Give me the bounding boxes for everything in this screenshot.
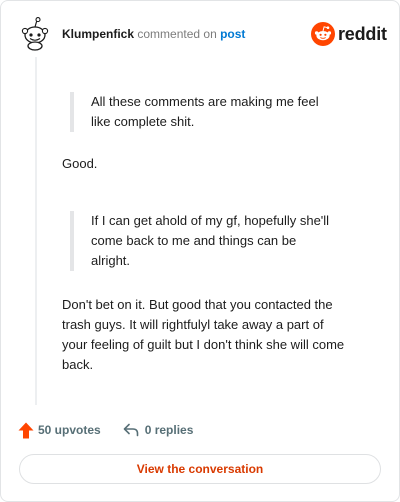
reddit-logo[interactable]: reddit (311, 21, 387, 47)
view-conversation-button[interactable]: View the conversation (19, 454, 381, 484)
thread-line (35, 57, 37, 405)
post-link[interactable]: post (220, 27, 245, 41)
reddit-snoo-icon (311, 22, 335, 46)
comment-actions: 50 upvotes 0 replies (18, 421, 193, 439)
paragraph-line: back. (62, 357, 94, 372)
action-text: commented on (137, 27, 217, 41)
comment-paragraph: Good. (62, 156, 98, 171)
paragraph-line: trash guys. It will rightfulyl take away… (62, 317, 324, 332)
reply-arrow-icon[interactable] (123, 423, 139, 437)
comment-embed-card: Klumpenfick commented on post reddit All… (0, 0, 400, 502)
comment-header: Klumpenfick commented on post (62, 26, 245, 42)
upvote-arrow-icon[interactable] (18, 422, 34, 439)
quote-line: like complete shit. (91, 114, 195, 129)
paragraph-line: your feeling of guilt but I don't think … (62, 337, 345, 352)
user-avatar-icon[interactable] (19, 17, 51, 51)
quote-line: come back to me and things can be (91, 233, 297, 248)
username-link[interactable]: Klumpenfick (62, 27, 134, 41)
quote-line: If I can get ahold of my gf, hopefully s… (91, 213, 330, 228)
reply-count: 0 replies (144, 423, 194, 437)
paragraph-line: Don't bet on it. But good that you conta… (62, 297, 333, 312)
quote-line: alright. (91, 253, 131, 268)
blockquote-2: If I can get ahold of my gf, hopefully s… (70, 211, 329, 271)
quote-line: All these comments are making me feel (91, 94, 319, 109)
comment-paragraph: Don't bet on it. But good that you conta… (62, 295, 344, 375)
blockquote-1: All these comments are making me feel li… (70, 92, 319, 132)
upvote-count: 50 upvotes (38, 423, 101, 437)
brand-wordmark: reddit (338, 23, 387, 44)
